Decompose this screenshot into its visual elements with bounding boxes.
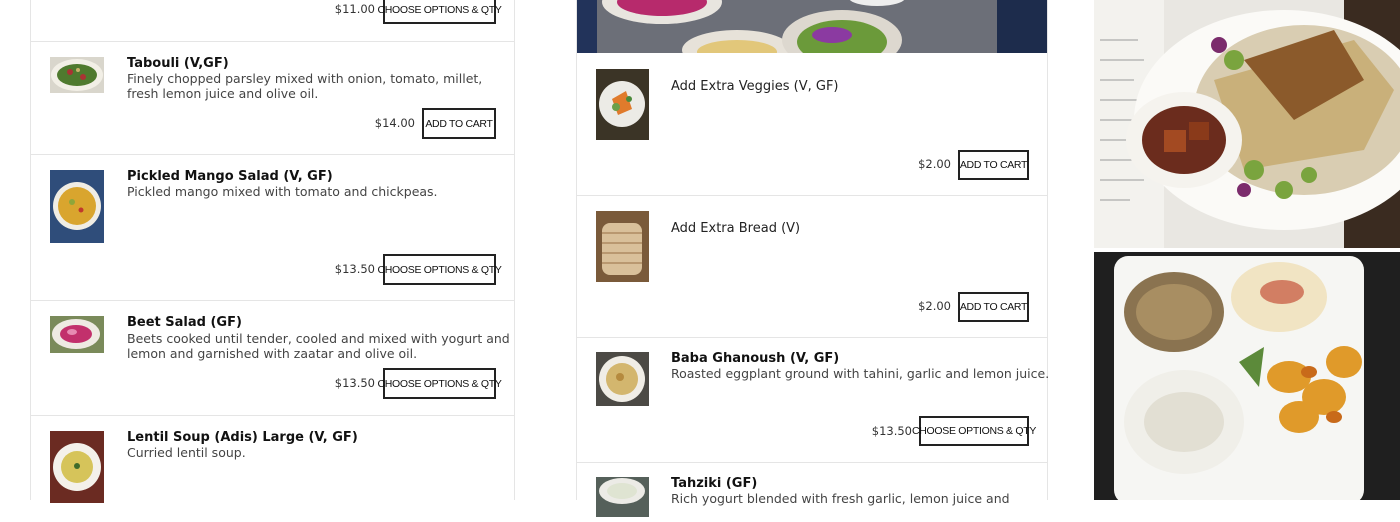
item-title: Lentil Soup (Adis) Large (V, GF) (127, 430, 358, 445)
choose-options-button[interactable]: CHOOSE OPTIONS & QTY (377, 0, 502, 24)
item-title: Baba Ghanoush (V, GF) (671, 351, 840, 366)
item-title: Tahziki (GF) (671, 476, 758, 491)
item-title: Beet Salad (GF) (127, 315, 242, 330)
item-description: Curried lentil soup. (127, 445, 246, 460)
item-description: Rich yogurt blended with fresh garlic, l… (671, 491, 1010, 506)
list-item: Tahziki (GF) Rich yogurt blended with fr… (577, 462, 1047, 522)
list-item: $11.00 CHOOSE OPTIONS & QTY (31, 0, 514, 42)
tabouli-thumbnail[interactable] (50, 57, 104, 93)
lentil-soup-thumbnail[interactable] (50, 431, 104, 503)
item-description: Finely chopped parsley mixed with onion,… (127, 71, 483, 101)
bread-thumbnail[interactable] (596, 211, 649, 282)
tahziki-thumbnail[interactable] (596, 477, 649, 517)
add-to-cart-button[interactable]: ADD TO CART (422, 108, 496, 139)
list-item: Add Extra Veggies (V, GF) $2.00 ADD TO C… (577, 53, 1047, 196)
item-price: $11.00 (334, 2, 375, 16)
item-description: Roasted eggplant ground with tahini, gar… (671, 366, 1050, 381)
baba-ghanoush-thumbnail[interactable] (596, 352, 649, 406)
menu-column-left: $11.00 CHOOSE OPTIONS & QTY Tabouli (V,G… (30, 0, 515, 503)
item-price: $2.00 (918, 299, 951, 313)
item-price: $13.50 (334, 376, 375, 390)
mango-salad-thumbnail[interactable] (50, 170, 104, 243)
add-to-cart-button[interactable]: ADD TO CART (958, 292, 1029, 322)
menu-column-middle: Add Extra Veggies (V, GF) $2.00 ADD TO C… (576, 0, 1050, 517)
item-price: $2.00 (918, 157, 951, 171)
list-item: Add Extra Bread (V) $2.00 ADD TO CART (577, 195, 1047, 338)
platter-photo (1094, 0, 1400, 248)
item-description: Pickled mango mixed with tomato and chic… (127, 184, 438, 199)
item-description: Beets cooked until tender, cooled and mi… (127, 331, 510, 361)
item-price: $13.50 (871, 424, 912, 438)
choose-options-button[interactable]: CHOOSE OPTIONS & QTY (912, 416, 1036, 446)
beet-salad-thumbnail[interactable] (50, 316, 104, 353)
list-item: Pickled Mango Salad (V, GF) Pickled mang… (31, 154, 514, 301)
choose-options-button[interactable]: CHOOSE OPTIONS & QTY (377, 368, 502, 399)
item-price: $13.50 (334, 262, 375, 276)
list-item: Tabouli (V,GF) Finely chopped parsley mi… (31, 41, 514, 155)
item-title: Add Extra Bread (V) (671, 221, 801, 236)
item-title: Pickled Mango Salad (V, GF) (127, 169, 333, 184)
choose-options-button[interactable]: CHOOSE OPTIONS & QTY (377, 254, 502, 285)
list-item: Lentil Soup (Adis) Large (V, GF) Curried… (31, 415, 514, 515)
banner-food-photo (577, 0, 1047, 53)
list-item: Beet Salad (GF) Beets cooked until tende… (31, 300, 514, 416)
item-title: Add Extra Veggies (V, GF) (671, 79, 839, 94)
veggies-thumbnail[interactable] (596, 69, 649, 140)
dips-sampler-photo (1094, 252, 1400, 500)
item-price: $14.00 (374, 116, 415, 130)
item-title: Tabouli (V,GF) (127, 56, 229, 71)
add-to-cart-button[interactable]: ADD TO CART (958, 150, 1029, 180)
list-item: Baba Ghanoush (V, GF) Roasted eggplant g… (577, 337, 1050, 463)
